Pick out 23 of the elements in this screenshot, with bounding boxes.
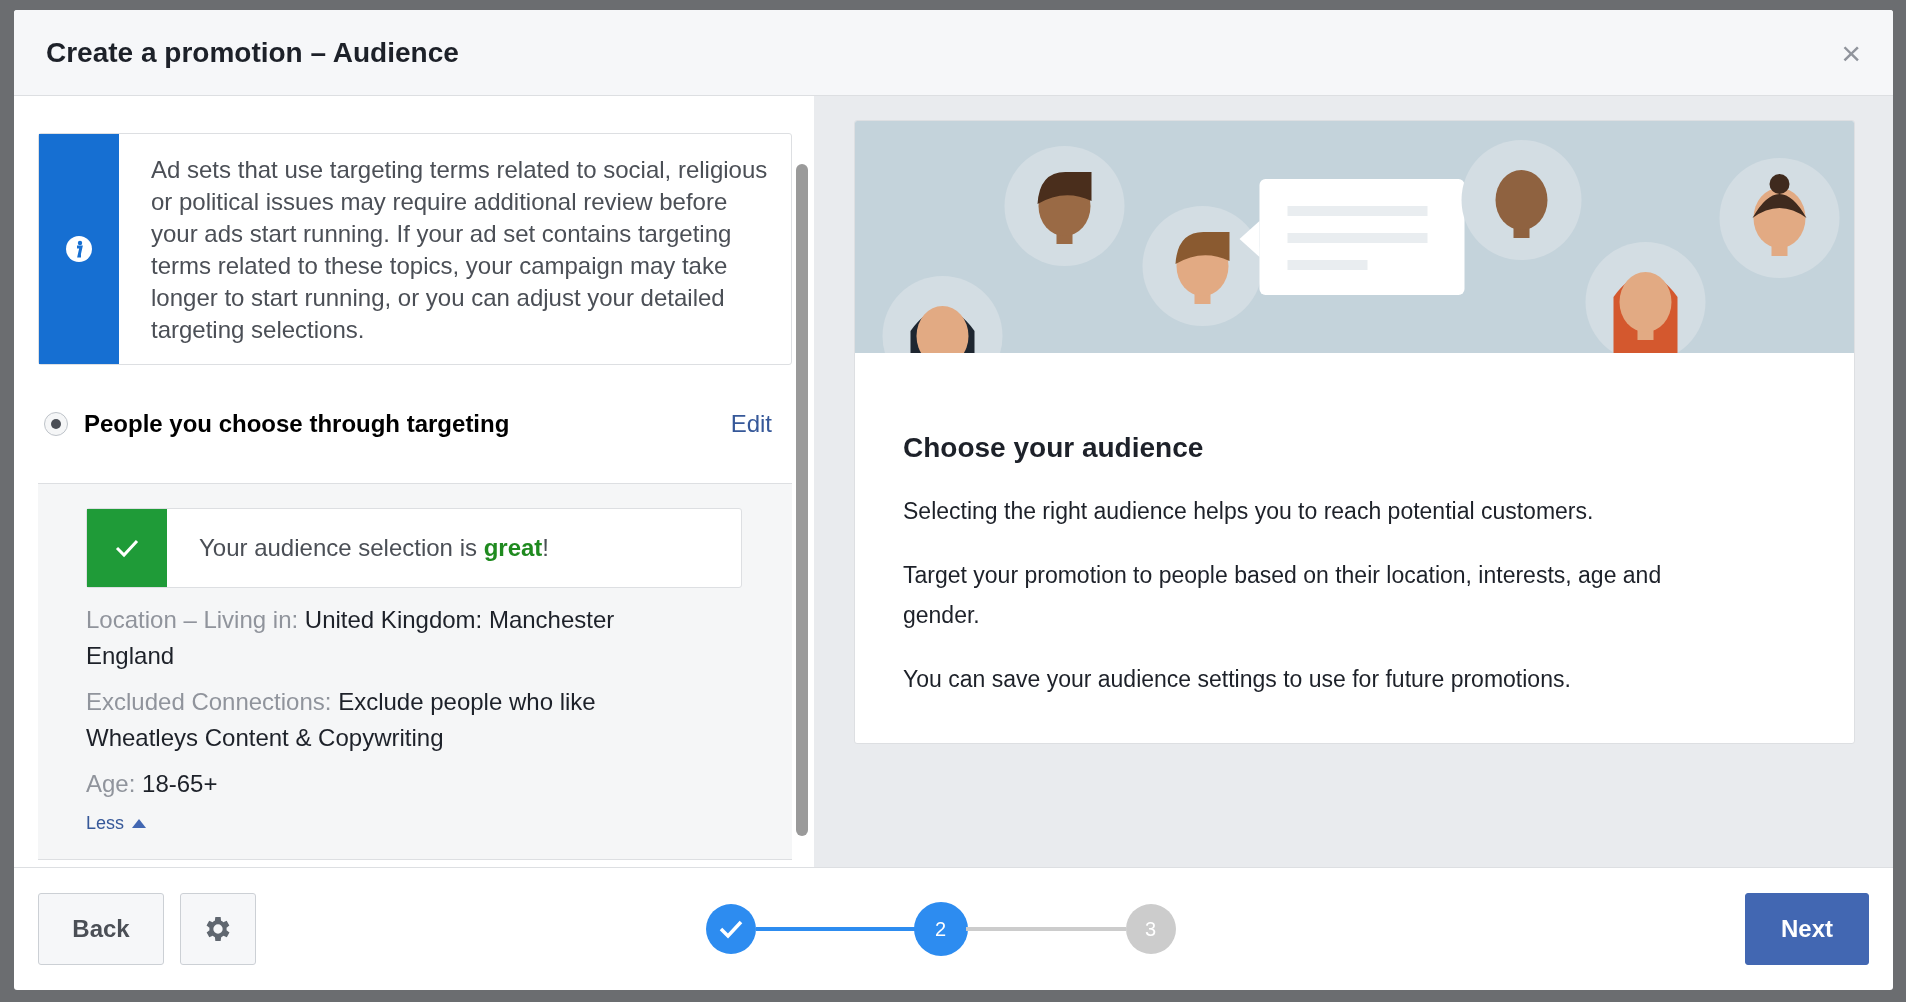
checkmark-icon [717, 919, 744, 939]
next-button[interactable]: Next [1745, 893, 1869, 965]
dialog-title: Create a promotion – Audience [46, 35, 459, 70]
radio-button[interactable] [44, 412, 68, 436]
info-paragraph: You can save your audience settings to use for future promotions. [903, 665, 1572, 694]
step-indicator: 2 [915, 904, 966, 954]
notice-text: Ad sets that use targeting terms related to social, religious or political issues may require additional review before your ads start running. If your ad set contains targeting terms related to these topics, your campaign may take longer to start running, or you can adjust your detailed targeting selections. [151, 155, 769, 345]
info-icon [65, 235, 93, 263]
scrollbar-thumb[interactable] [796, 164, 808, 836]
info-paragraph: Target your promotion to people based on their location, interests, age and gender. [903, 561, 1663, 630]
detail-text: Location – Living in: United Kingdom: Manchester England [86, 605, 616, 671]
detail-text: Age: 18-65+ [86, 769, 219, 799]
less-link[interactable]: Less [86, 810, 147, 837]
info-paragraph: Selecting the right audience helps you to reach potential customers. [903, 497, 1595, 526]
checkmark-icon [114, 538, 140, 558]
info-card-title: Choose your audience [903, 431, 1205, 465]
status-text: Your audience selection is great! [199, 533, 549, 563]
option-label: People you choose through targeting [84, 409, 511, 439]
back-button[interactable]: Back [38, 893, 164, 965]
settings-button[interactable] [180, 893, 256, 965]
edit-link[interactable]: Edit [730, 406, 772, 442]
detail-text: Excluded Connections: Exclude people who like Wheatleys Content & Copywriting [86, 687, 597, 753]
caret-up-icon [132, 819, 147, 828]
